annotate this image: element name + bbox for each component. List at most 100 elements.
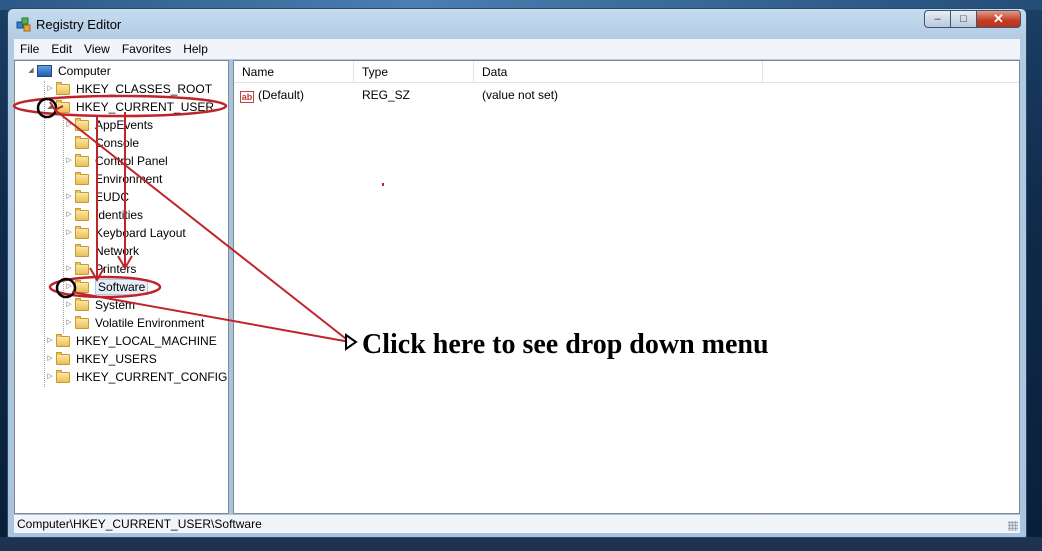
key-tree-pane[interactable]: ◢ Computer ▷ HKEY_CLASSES_ROOT ◢ HKEY_CU… (14, 60, 229, 514)
registry-editor-window: Registry Editor – □ ✕ File Edit View Fav… (7, 8, 1027, 538)
menu-edit[interactable]: Edit (45, 39, 78, 59)
expanded-arrow-icon[interactable]: ◢ (44, 98, 56, 116)
expanded-arrow-icon[interactable]: ◢ (25, 62, 37, 80)
menu-help[interactable]: Help (177, 39, 214, 59)
folder-icon (75, 279, 89, 293)
column-header-type[interactable]: Type (354, 61, 474, 83)
expand-arrow-icon[interactable]: ▷ (63, 296, 75, 314)
tree-label: Network (95, 244, 140, 258)
tree-label: Computer (58, 64, 111, 78)
tree-item-hkey-classes-root[interactable]: ▷ HKEY_CLASSES_ROOT (44, 80, 212, 98)
tree-item-control-panel[interactable]: ▷ Control Panel (63, 152, 168, 170)
expand-arrow-icon[interactable]: ▷ (44, 368, 56, 386)
tree-item-hkey-current-config[interactable]: ▷ HKEY_CURRENT_CONFIG (44, 368, 227, 386)
folder-icon (56, 81, 70, 95)
column-header-spacer (763, 61, 1019, 83)
expand-arrow-icon[interactable]: ▷ (63, 206, 75, 224)
expand-arrow-icon[interactable]: ▷ (63, 278, 75, 296)
tree-label: HKEY_CLASSES_ROOT (76, 82, 213, 96)
minimize-icon: – (934, 13, 941, 25)
folder-icon (75, 243, 89, 257)
folder-icon (75, 153, 89, 167)
folder-icon (56, 369, 70, 383)
menu-favorites[interactable]: Favorites (116, 39, 177, 59)
folder-icon (75, 297, 89, 311)
folder-icon (75, 315, 89, 329)
tree-item-environment[interactable]: Environment (63, 170, 162, 188)
tree-item-volatile-environment[interactable]: ▷ Volatile Environment (63, 314, 204, 332)
expand-arrow-icon[interactable]: ▷ (63, 260, 75, 278)
window-title: Registry Editor (36, 17, 122, 32)
value-data: (value not set) (482, 88, 559, 102)
taskbar-strip (0, 537, 1042, 551)
status-path: Computer\HKEY_CURRENT_USER\Software (17, 517, 262, 531)
tree-item-identities[interactable]: ▷ Identities (63, 206, 143, 224)
tree-label: HKEY_CURRENT_CONFIG (76, 370, 228, 384)
folder-icon (75, 171, 89, 185)
tree-label: Keyboard Layout (95, 226, 186, 240)
string-value-icon: ab (240, 91, 254, 103)
folder-icon (75, 207, 89, 221)
folder-icon (75, 117, 89, 131)
expand-arrow-icon[interactable]: ▷ (44, 332, 56, 350)
tree-label: Control Panel (95, 154, 168, 168)
tree-label: Environment (95, 172, 163, 186)
expand-arrow-icon[interactable]: ▷ (63, 224, 75, 242)
client-area: ◢ Computer ▷ HKEY_CLASSES_ROOT ◢ HKEY_CU… (14, 60, 1020, 514)
tree-label: System (95, 298, 136, 312)
value-type: REG_SZ (362, 88, 411, 102)
folder-icon (75, 225, 89, 239)
tree-item-eudc[interactable]: ▷ EUDC (63, 188, 129, 206)
maximize-icon: □ (960, 13, 967, 25)
column-header-data[interactable]: Data (474, 61, 763, 83)
tree-label: Printers (95, 262, 137, 276)
close-button[interactable]: ✕ (976, 10, 1021, 28)
value-row-name[interactable]: ab (Default) (240, 86, 304, 104)
minimize-button[interactable]: – (924, 10, 950, 28)
tree-label: Volatile Environment (95, 316, 205, 330)
folder-icon (56, 333, 70, 347)
tree-label: Console (95, 136, 140, 150)
tree-item-network[interactable]: Network (63, 242, 139, 260)
tree-item-hkey-current-user[interactable]: ◢ HKEY_CURRENT_USER (44, 98, 214, 116)
tree-item-system[interactable]: ▷ System (63, 296, 135, 314)
close-icon: ✕ (993, 11, 1004, 26)
expand-arrow-icon[interactable]: ▷ (63, 314, 75, 332)
title-bar[interactable]: Registry Editor – □ ✕ (8, 9, 1026, 39)
tree-item-printers[interactable]: ▷ Printers (63, 260, 136, 278)
computer-icon (37, 65, 52, 77)
expand-arrow-icon[interactable]: ▷ (63, 188, 75, 206)
tree-label: HKEY_CURRENT_USER (76, 100, 215, 114)
tree-item-console[interactable]: Console (63, 134, 139, 152)
expand-arrow-icon[interactable]: ▷ (63, 116, 75, 134)
tree-label: HKEY_USERS (76, 352, 157, 366)
annotation-caption: Click here to see drop down menu (362, 329, 769, 360)
value-name: (Default) (258, 88, 305, 102)
folder-open-icon (56, 99, 70, 113)
resize-grip-icon[interactable] (1008, 521, 1018, 531)
tree-item-hkey-users[interactable]: ▷ HKEY_USERS (44, 350, 157, 368)
expand-arrow-icon[interactable]: ▷ (44, 80, 56, 98)
folder-icon (75, 135, 89, 149)
status-bar: Computer\HKEY_CURRENT_USER\Software (14, 515, 1020, 533)
tree-item-appevents[interactable]: ▷ AppEvents (63, 116, 153, 134)
folder-icon (75, 261, 89, 275)
tree-label: HKEY_LOCAL_MACHINE (76, 334, 217, 348)
expand-arrow-icon[interactable]: ▷ (44, 350, 56, 368)
folder-icon (75, 189, 89, 203)
tree-label: EUDC (95, 190, 130, 204)
maximize-button[interactable]: □ (950, 10, 976, 28)
menu-bar: File Edit View Favorites Help (14, 39, 1020, 59)
tree-item-software[interactable]: ▷ Software (63, 278, 149, 296)
expand-arrow-icon[interactable]: ▷ (63, 152, 75, 170)
tree-item-hkey-local-machine[interactable]: ▷ HKEY_LOCAL_MACHINE (44, 332, 217, 350)
window-controls: – □ ✕ (924, 10, 1021, 28)
tree-item-computer[interactable]: ◢ Computer (25, 62, 111, 80)
tree-label-selected: Software (95, 279, 149, 295)
menu-view[interactable]: View (78, 39, 116, 59)
values-list-pane[interactable]: Name Type Data ab (Default) REG_SZ (value… (233, 60, 1020, 514)
menu-file[interactable]: File (14, 39, 45, 59)
column-header-name[interactable]: Name (234, 61, 354, 83)
tree-item-keyboard-layout[interactable]: ▷ Keyboard Layout (63, 224, 186, 242)
tree-label: AppEvents (95, 118, 154, 132)
